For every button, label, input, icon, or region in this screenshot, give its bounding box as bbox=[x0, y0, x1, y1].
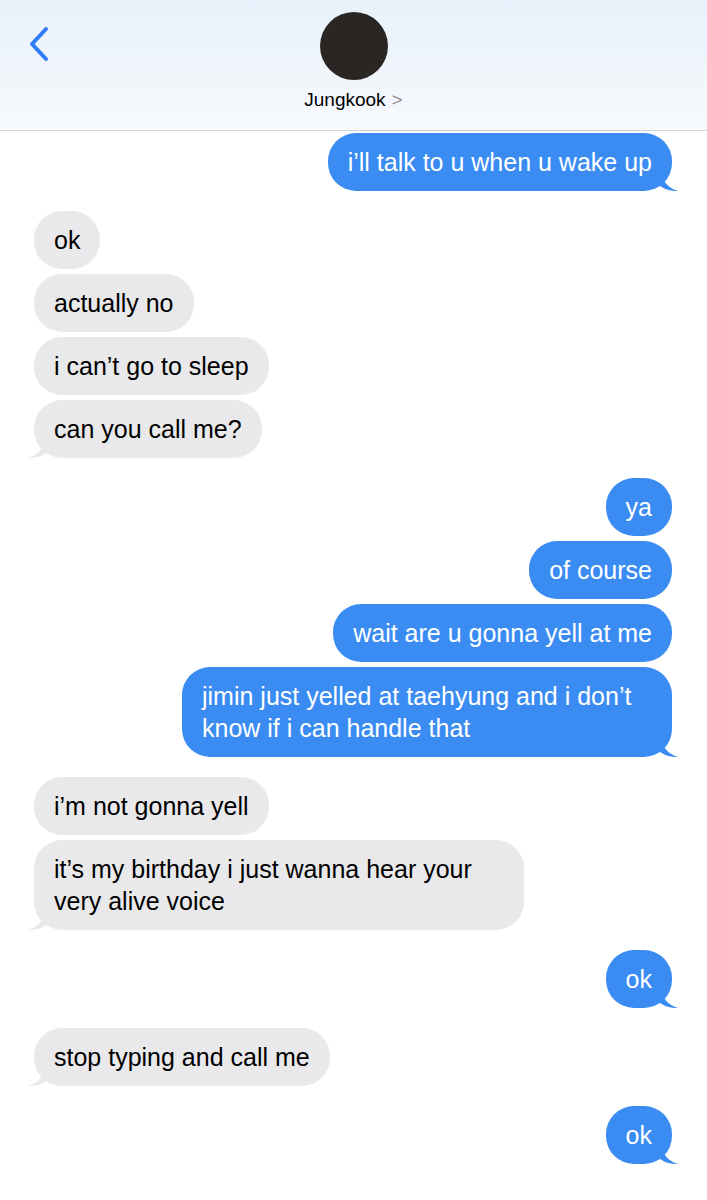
message-text: i’m not gonna yell bbox=[54, 792, 249, 820]
received-message-bubble[interactable]: ok bbox=[34, 211, 100, 269]
message-text: ok bbox=[626, 965, 652, 993]
bubble-tail-icon bbox=[660, 986, 680, 1008]
message-row: i’m not gonna yell bbox=[0, 777, 707, 835]
message-row: i can’t go to sleep bbox=[0, 337, 707, 395]
message-text: it’s my birthday i just wanna hear your … bbox=[54, 855, 472, 915]
message-row: i’ll talk to u when u wake up bbox=[0, 133, 707, 191]
conversation-header: Jungkook > bbox=[0, 0, 707, 131]
message-text: wait are u gonna yell at me bbox=[353, 619, 652, 647]
message-text: ok bbox=[626, 1121, 652, 1149]
message-text: actually no bbox=[54, 289, 174, 317]
message-row: wait are u gonna yell at me bbox=[0, 604, 707, 662]
message-row: it’s my birthday i just wanna hear your … bbox=[0, 840, 707, 930]
message-row: ok bbox=[0, 1106, 707, 1164]
sent-message-bubble[interactable]: wait are u gonna yell at me bbox=[333, 604, 672, 662]
message-text: i’ll talk to u when u wake up bbox=[348, 148, 652, 176]
message-row: stop typing and call me bbox=[0, 1028, 707, 1086]
message-row: can you call me? bbox=[0, 400, 707, 458]
contact-chevron: > bbox=[392, 88, 403, 112]
message-row: actually no bbox=[0, 274, 707, 332]
message-list: i’ll talk to u when u wake up ok actually … bbox=[0, 131, 707, 1200]
bubble-tail-icon bbox=[26, 1064, 46, 1086]
message-text: can you call me? bbox=[54, 415, 242, 443]
received-message-bubble[interactable]: it’s my birthday i just wanna hear your … bbox=[34, 840, 524, 930]
back-chevron-icon[interactable] bbox=[26, 26, 52, 62]
message-text: stop typing and call me bbox=[54, 1043, 310, 1071]
message-row: of course bbox=[0, 541, 707, 599]
message-text: jimin just yelled at taehyung and i don’… bbox=[202, 682, 631, 742]
received-message-bubble[interactable]: stop typing and call me bbox=[34, 1028, 330, 1086]
message-row: jimin just yelled at taehyung and i don’… bbox=[0, 667, 707, 757]
bubble-tail-icon bbox=[26, 436, 46, 458]
message-text: i can’t go to sleep bbox=[54, 352, 249, 380]
message-text: of course bbox=[549, 556, 652, 584]
bubble-tail-icon bbox=[660, 1142, 680, 1164]
sent-message-bubble[interactable]: ok bbox=[606, 1106, 672, 1164]
message-text: ya bbox=[626, 493, 652, 521]
messages-screen: Jungkook > i’ll talk to u when u wake up ok… bbox=[0, 0, 707, 1200]
message-text: ok bbox=[54, 226, 80, 254]
received-message-bubble[interactable]: i’m not gonna yell bbox=[34, 777, 269, 835]
sent-message-bubble[interactable]: of course bbox=[529, 541, 672, 599]
bubble-tail-icon bbox=[26, 908, 46, 930]
received-message-bubble[interactable]: i can’t go to sleep bbox=[34, 337, 269, 395]
received-message-bubble[interactable]: actually no bbox=[34, 274, 194, 332]
message-row: ok bbox=[0, 950, 707, 1008]
bubble-tail-icon bbox=[660, 735, 680, 757]
bubble-tail-icon bbox=[660, 169, 680, 191]
sent-message-bubble[interactable]: jimin just yelled at taehyung and i don’… bbox=[182, 667, 672, 757]
sent-message-bubble[interactable]: ya bbox=[606, 478, 672, 536]
contact-name-button[interactable]: Jungkook > bbox=[304, 88, 402, 112]
sent-message-bubble[interactable]: i’ll talk to u when u wake up bbox=[328, 133, 672, 191]
sent-message-bubble[interactable]: ok bbox=[606, 950, 672, 1008]
message-row: ya bbox=[0, 478, 707, 536]
message-row: ok bbox=[0, 211, 707, 269]
received-message-bubble[interactable]: can you call me? bbox=[34, 400, 262, 458]
contact-name: Jungkook bbox=[304, 88, 385, 112]
contact-avatar[interactable] bbox=[320, 12, 388, 80]
